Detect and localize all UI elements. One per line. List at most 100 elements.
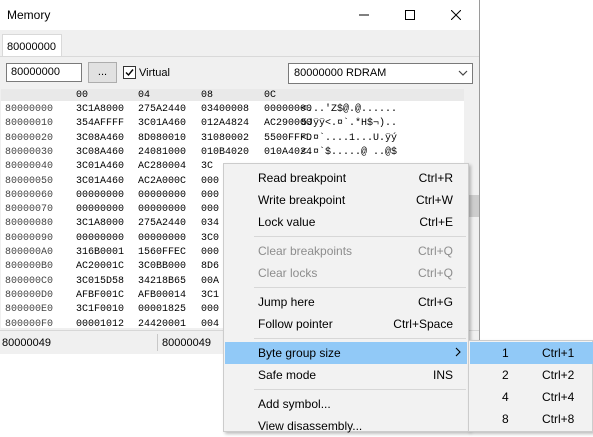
hex-cell[interactable]: 1560FFEC: [138, 247, 186, 258]
submenu-item-2[interactable]: 2 Ctrl+2: [470, 364, 593, 386]
maximize-button[interactable]: [387, 0, 433, 30]
ascii-cell[interactable]: <.¤`$.....@ ..@$: [301, 147, 397, 158]
minimize-button[interactable]: [341, 0, 387, 30]
menu-item-byte-group-size[interactable]: Byte group size: [225, 342, 467, 364]
status-divider: [157, 334, 158, 351]
menu-separator: [254, 236, 466, 237]
hex-cell[interactable]: 275A2440: [138, 218, 186, 229]
hex-cell[interactable]: 3C1A8000: [76, 218, 124, 229]
hex-cell[interactable]: 004: [201, 319, 219, 329]
hex-cell[interactable]: 00A: [201, 276, 219, 287]
window-title: Memory: [7, 8, 51, 22]
hex-cell[interactable]: 316B0001: [76, 247, 124, 258]
virtual-checkbox[interactable]: [123, 66, 136, 79]
menu-item-safe-mode[interactable]: Safe mode INS: [225, 364, 467, 386]
hex-cell[interactable]: 00000000: [76, 204, 124, 215]
submenu-item-4[interactable]: 4 Ctrl+4: [470, 386, 593, 408]
status-address: 80000049: [2, 337, 51, 349]
menu-item-write-breakpoint[interactable]: Write breakpoint Ctrl+W: [225, 189, 467, 211]
hex-cell[interactable]: 00000000: [76, 190, 124, 201]
hex-cell[interactable]: AC280004: [138, 161, 186, 172]
tab-strip: 80000000: [0, 30, 479, 57]
memory-region-select[interactable]: 80000000 RDRAM: [288, 63, 473, 84]
row-address: 80000080: [5, 218, 54, 230]
hex-cell[interactable]: 03400008: [201, 104, 249, 115]
hex-cell[interactable]: 3C0BB000: [138, 261, 186, 272]
hex-cell[interactable]: 00000000: [138, 190, 186, 201]
menu-item-lock-value[interactable]: Lock value Ctrl+E: [225, 211, 467, 233]
hex-cell[interactable]: AC2A000C: [138, 176, 186, 187]
maximize-icon: [405, 10, 415, 20]
hex-cell[interactable]: 3C1F0010: [76, 304, 124, 315]
hex-cell[interactable]: 3C08A460: [76, 133, 124, 144]
row-address: 800000D0: [5, 289, 54, 301]
row-address: 80000090: [5, 232, 54, 244]
hex-cell[interactable]: AFB00014: [138, 290, 186, 301]
hex-cell[interactable]: 000: [201, 304, 219, 315]
hex-cell[interactable]: 3C: [201, 161, 213, 172]
submenu-item-1[interactable]: 1 Ctrl+1: [470, 342, 593, 364]
hex-cell[interactable]: AFBF001C: [76, 290, 124, 301]
row-address: 80000020: [5, 132, 54, 144]
hex-cell[interactable]: 000: [201, 176, 219, 187]
hex-cell[interactable]: 34218B65: [138, 276, 186, 287]
hex-cell[interactable]: 00001012: [76, 319, 124, 329]
hex-cell[interactable]: 3C1A8000: [76, 104, 124, 115]
virtual-label: Virtual: [139, 67, 170, 79]
status-selection: 80000049: [162, 337, 211, 349]
hex-cell[interactable]: 012A4824: [201, 118, 249, 129]
row-address: 80000000: [5, 104, 54, 115]
hex-cell[interactable]: 275A2440: [138, 104, 186, 115]
hex-cell[interactable]: 00000000: [138, 204, 186, 215]
title-bar[interactable]: Memory: [0, 0, 479, 30]
hex-cell[interactable]: 3C1: [201, 290, 219, 301]
hex-cell[interactable]: 034: [201, 218, 219, 229]
column-header: 08: [201, 90, 214, 101]
hex-cell[interactable]: 3C0: [201, 233, 219, 244]
hex-cell[interactable]: 3C08A460: [76, 147, 124, 158]
hex-cell[interactable]: 3C01A460: [138, 118, 186, 129]
submenu-item-8[interactable]: 8 Ctrl+8: [470, 408, 593, 430]
address-input[interactable]: 80000000: [6, 63, 82, 82]
chevron-down-icon: [458, 70, 468, 76]
chevron-right-icon: [455, 347, 461, 357]
row-address: 80000030: [5, 146, 54, 158]
row-address: 80000010: [5, 118, 54, 130]
column-header: 04: [138, 90, 151, 101]
hex-cell[interactable]: 000: [201, 190, 219, 201]
ascii-cell[interactable]: <...'Z$@.@......: [301, 104, 397, 115]
row-address: 800000A0: [5, 247, 54, 258]
browse-button[interactable]: ...: [88, 62, 117, 83]
hex-cell[interactable]: 010B4020: [201, 147, 249, 158]
byte-group-submenu: 1 Ctrl+1 2 Ctrl+2 4 Ctrl+4 8 Ctrl+8: [468, 340, 593, 432]
menu-item-read-breakpoint[interactable]: Read breakpoint Ctrl+R: [225, 167, 467, 189]
menu-item-add-symbol[interactable]: Add symbol...: [225, 393, 467, 415]
hex-cell[interactable]: 3C01A460: [76, 161, 124, 172]
hex-cell[interactable]: 8D080010: [138, 133, 186, 144]
hex-cell[interactable]: 00000000: [138, 233, 186, 244]
tab-address[interactable]: 80000000: [2, 34, 62, 56]
hex-cell[interactable]: 000: [201, 204, 219, 215]
row-address: 80000040: [5, 161, 54, 173]
menu-item-view-disassembly[interactable]: View disassembly...: [225, 415, 467, 437]
menu-item-jump-here[interactable]: Jump here Ctrl+G: [225, 291, 467, 313]
hex-cell[interactable]: 24081000: [138, 147, 186, 158]
hex-cell[interactable]: 00000000: [76, 233, 124, 244]
hex-cell[interactable]: 354AFFFF: [76, 118, 124, 129]
hex-cell[interactable]: 24420001: [138, 319, 186, 329]
row-address: 800000B0: [5, 261, 54, 273]
hex-cell[interactable]: 00001825: [138, 304, 186, 315]
ascii-cell[interactable]: <.¤`....1...U.ÿý: [301, 133, 397, 144]
hex-cell[interactable]: 3C01A460: [76, 176, 124, 187]
hex-cell[interactable]: 31080002: [201, 133, 249, 144]
column-header: 00: [76, 90, 89, 101]
row-address: 800000E0: [5, 304, 54, 316]
ascii-cell[interactable]: 5Jÿÿ<.¤`.*H$¬)..: [301, 118, 397, 129]
menu-item-follow-pointer[interactable]: Follow pointer Ctrl+Space: [225, 313, 467, 335]
close-button[interactable]: [433, 0, 479, 30]
hex-cell[interactable]: 000: [201, 247, 219, 258]
checkmark-icon: [125, 69, 134, 77]
hex-cell[interactable]: 3C015D58: [76, 276, 124, 287]
hex-cell[interactable]: AC20001C: [76, 261, 124, 272]
hex-cell[interactable]: 8D6: [201, 261, 219, 272]
